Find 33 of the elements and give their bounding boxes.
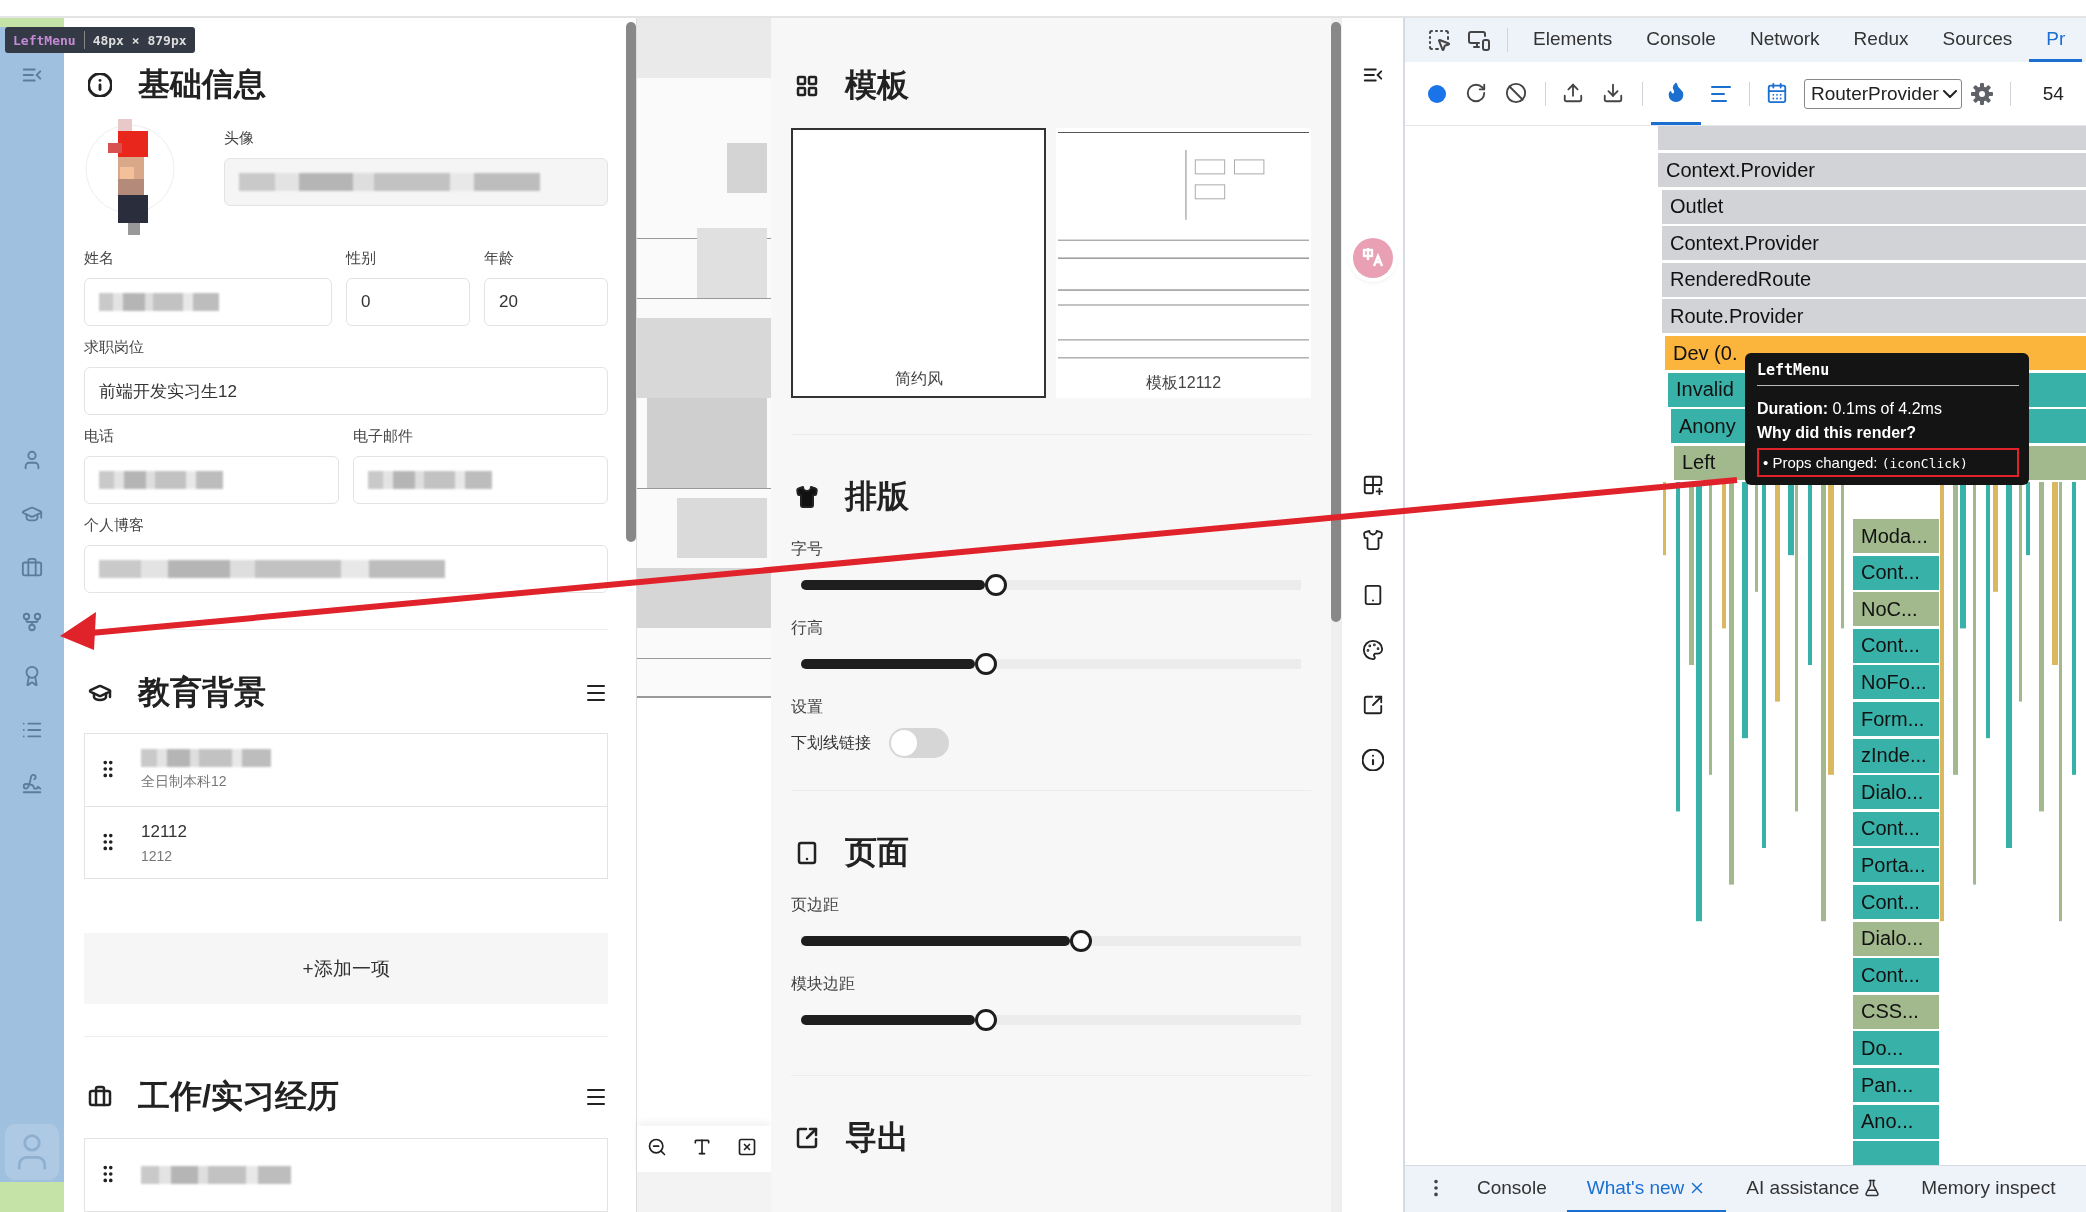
why-render-heading: Why did this render? bbox=[1757, 424, 1918, 442]
item-title: 12112 bbox=[141, 821, 187, 842]
field-label: 姓名 bbox=[84, 249, 115, 269]
size-text: 48px × 879px bbox=[92, 32, 187, 48]
field-label: 年龄 bbox=[484, 249, 515, 269]
duration-text: Duration: 0.1ms of 4.2ms bbox=[1757, 400, 1943, 418]
settings-label: 设置 bbox=[791, 697, 824, 717]
section-title: 模板 bbox=[845, 66, 910, 105]
field-label: 性别 bbox=[346, 249, 377, 269]
tooltip-title: LeftMenu bbox=[1757, 361, 2019, 386]
component-name: LeftMenu bbox=[13, 32, 76, 48]
item-subtitle: 全日制本科12 bbox=[141, 773, 228, 792]
section-title: 导出 bbox=[845, 1118, 910, 1157]
item-subtitle: 1212 bbox=[141, 847, 174, 864]
section-title: 排版 bbox=[845, 477, 910, 516]
field-label: 求职岗位 bbox=[84, 338, 145, 358]
toggle-label: 下划线链接 bbox=[791, 732, 871, 753]
section-title: 教育背景 bbox=[138, 672, 267, 712]
section-title: 工作/实习经历 bbox=[138, 1077, 340, 1117]
template-name: 简约风 bbox=[893, 369, 944, 389]
field-label: 电子邮件 bbox=[353, 427, 414, 447]
slider-label: 页边距 bbox=[791, 895, 840, 915]
template-name: 模板12112 bbox=[1144, 373, 1223, 394]
props-changed-text: • Props changed: (iconClick) bbox=[1757, 448, 2019, 477]
field-label: 电话 bbox=[84, 427, 115, 447]
section-title: 页面 bbox=[845, 833, 910, 872]
field-label: 个人博客 bbox=[84, 516, 145, 536]
slider-label: 行高 bbox=[791, 618, 824, 638]
field-label: 头像 bbox=[224, 129, 255, 149]
commit-count: 54 bbox=[2042, 82, 2064, 105]
slider-label: 字号 bbox=[791, 539, 824, 559]
section-title: 基础信息 bbox=[138, 64, 267, 104]
slider-label: 模块边距 bbox=[791, 974, 856, 994]
